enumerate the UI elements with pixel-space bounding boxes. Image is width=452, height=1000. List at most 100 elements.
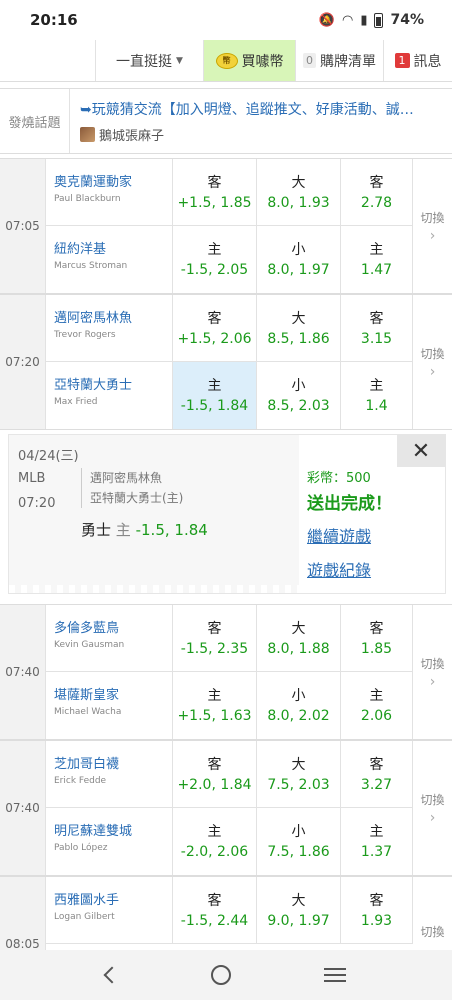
odds-cell[interactable]: 大 7.5, 2.03 [257, 741, 341, 808]
game-record-link[interactable]: 遊戲紀錄 [307, 557, 371, 581]
odds-cell[interactable]: 客 1.93 [341, 877, 413, 944]
popup-bet: 勇士 主 -1.5, 1.84 [81, 519, 208, 540]
odds-cell-selected[interactable]: 主 -1.5, 1.84 [173, 362, 257, 429]
odds-side: 小 [291, 688, 306, 704]
odds-cell[interactable]: 客 3.15 [341, 295, 413, 362]
team-name[interactable]: 多倫多藍鳥 [54, 617, 172, 636]
cart-button[interactable]: 0 購牌清單 [296, 40, 384, 81]
odds-cell[interactable]: 客 -1.5, 2.35 [173, 605, 257, 672]
odds-value: -1.5, 2.05 [180, 262, 249, 278]
odds-side: 客 [207, 893, 222, 909]
odds-side: 客 [369, 893, 384, 909]
odds-side: 客 [207, 175, 222, 191]
pitcher-name: Marcus Stroman [54, 261, 128, 271]
hot-topic-title[interactable]: ➥玩競猜交流【加入明燈、追蹤推文、好康活動、誠… [80, 99, 452, 119]
odds-cell[interactable]: 小 8.0, 2.02 [257, 672, 341, 739]
buy-coins-button[interactable]: 幣 買噱幣 [204, 40, 296, 81]
odds-value: -1.5, 2.44 [180, 913, 249, 929]
team-name[interactable]: 堪薩斯皇家 [54, 684, 172, 703]
odds-value: -1.5, 2.35 [180, 641, 249, 657]
game-time: 08:05 [0, 877, 46, 950]
odds-cell[interactable]: 大 9.0, 1.97 [257, 877, 341, 944]
odds-side: 客 [369, 175, 384, 191]
switch-button[interactable]: 切換 › [413, 741, 452, 875]
back-icon[interactable] [103, 966, 121, 984]
odds-side: 主 [369, 688, 384, 704]
odds-side: 客 [207, 311, 222, 327]
pitcher-name: Michael Wacha [54, 707, 122, 717]
continue-game-link[interactable]: 繼續遊戲 [307, 523, 371, 547]
team-name[interactable]: 亞特蘭大勇士 [54, 374, 172, 393]
messages-button[interactable]: 1 訊息 [384, 40, 452, 81]
odds-value: 7.5, 1.86 [267, 844, 330, 860]
odds-cell[interactable]: 主 1.47 [341, 226, 413, 293]
hot-topic-bar[interactable]: 發燒話題 ➥玩競猜交流【加入明燈、追蹤推文、好康活動、誠… 鵝城張麻子 [0, 88, 452, 154]
odds-side: 主 [207, 242, 222, 258]
team-name[interactable]: 紐約洋基 [54, 238, 172, 257]
odds-cell[interactable]: 大 8.5, 1.86 [257, 295, 341, 362]
odds-cell[interactable]: 小 7.5, 1.86 [257, 808, 341, 875]
filter-dropdown[interactable]: 一直挺挺 ▼ [96, 40, 204, 81]
odds-cell[interactable]: 小 8.0, 1.97 [257, 226, 341, 293]
recent-apps-icon[interactable] [323, 968, 346, 982]
odds-side: 大 [291, 621, 306, 637]
odds-cell[interactable]: 主 +1.5, 1.63 [173, 672, 257, 739]
team-name[interactable]: 明尼蘇達雙城 [54, 820, 172, 839]
close-icon: ✕ [411, 438, 431, 464]
odds-cell[interactable]: 主 -1.5, 2.05 [173, 226, 257, 293]
odds-side: 大 [291, 757, 306, 773]
switch-label: 切換 [420, 656, 445, 671]
odds-side: 主 [369, 824, 384, 840]
team-name[interactable]: 奧克蘭運動家 [54, 171, 172, 190]
avatar [80, 126, 95, 142]
odds-side: 大 [291, 893, 306, 909]
odds-cell[interactable]: 客 -1.5, 2.44 [173, 877, 257, 944]
top-toolbar: 一直挺挺 ▼ 幣 買噱幣 0 購牌清單 1 訊息 [0, 40, 452, 82]
switch-button[interactable]: 切換 [413, 877, 452, 950]
pitcher-name: Kevin Gausman [54, 640, 125, 650]
odds-value: 7.5, 2.03 [267, 777, 330, 793]
odds-cell[interactable]: 主 1.4 [341, 362, 413, 429]
odds-value: 1.93 [360, 913, 393, 929]
game-time: 07:40 [0, 605, 46, 739]
odds-cell[interactable]: 主 2.06 [341, 672, 413, 739]
chevron-right-icon: › [429, 227, 436, 244]
odds-cell[interactable]: 客 1.85 [341, 605, 413, 672]
odds-cell[interactable]: 客 +2.0, 1.84 [173, 741, 257, 808]
team-name[interactable]: 西雅圖水手 [54, 889, 172, 908]
hot-topic-content: ➥玩競猜交流【加入明燈、追蹤推文、好康活動、誠… 鵝城張麻子 [70, 99, 452, 144]
switch-label: 切換 [420, 210, 445, 225]
odds-value: 1.85 [360, 641, 393, 657]
team-name[interactable]: 芝加哥白襪 [54, 753, 172, 772]
popup-league: MLB [18, 471, 46, 486]
buy-coins-label: 買噱幣 [241, 53, 284, 70]
home-icon[interactable] [210, 965, 231, 985]
message-count-badge: 1 [394, 53, 410, 68]
hot-topic-author: 鵝城張麻子 [80, 125, 452, 144]
odds-cell[interactable]: 客 2.78 [341, 159, 413, 226]
switch-button[interactable]: 切換 › [413, 605, 452, 739]
submit-success: 送出完成！ [307, 494, 392, 514]
team-name[interactable]: 邁阿密馬林魚 [54, 307, 172, 326]
popup-date: 04/24(三) [18, 449, 79, 464]
odds-side: 小 [291, 242, 306, 258]
odds-side: 客 [369, 311, 384, 327]
odds-cell[interactable]: 客 +1.5, 1.85 [173, 159, 257, 226]
odds-cell[interactable]: 小 8.5, 2.03 [257, 362, 341, 429]
chevron-right-icon: › [429, 809, 436, 826]
odds-cell[interactable]: 主 -2.0, 2.06 [173, 808, 257, 875]
switch-button[interactable]: 切換 › [413, 295, 452, 429]
odds-value: +1.5, 1.63 [177, 708, 252, 724]
odds-cell[interactable]: 客 3.27 [341, 741, 413, 808]
odds-cell[interactable]: 大 8.0, 1.93 [257, 159, 341, 226]
mute-icon: 🔕 [318, 12, 335, 28]
odds-cell[interactable]: 大 8.0, 1.88 [257, 605, 341, 672]
pitcher-name: Logan Gilbert [54, 912, 115, 922]
coin-icon: 幣 [215, 52, 238, 69]
odds-cell[interactable]: 客 +1.5, 2.06 [173, 295, 257, 362]
switch-button[interactable]: 切換 › [413, 159, 452, 293]
close-button[interactable]: ✕ [397, 435, 445, 467]
switch-label: 切換 [420, 925, 445, 939]
odds-cell[interactable]: 主 1.37 [341, 808, 413, 875]
bet-confirmation-popup: ✕ 04/24(三) MLB 07:20 邁阿密馬林魚 亞特蘭大勇士(主) 勇士… [8, 434, 446, 594]
